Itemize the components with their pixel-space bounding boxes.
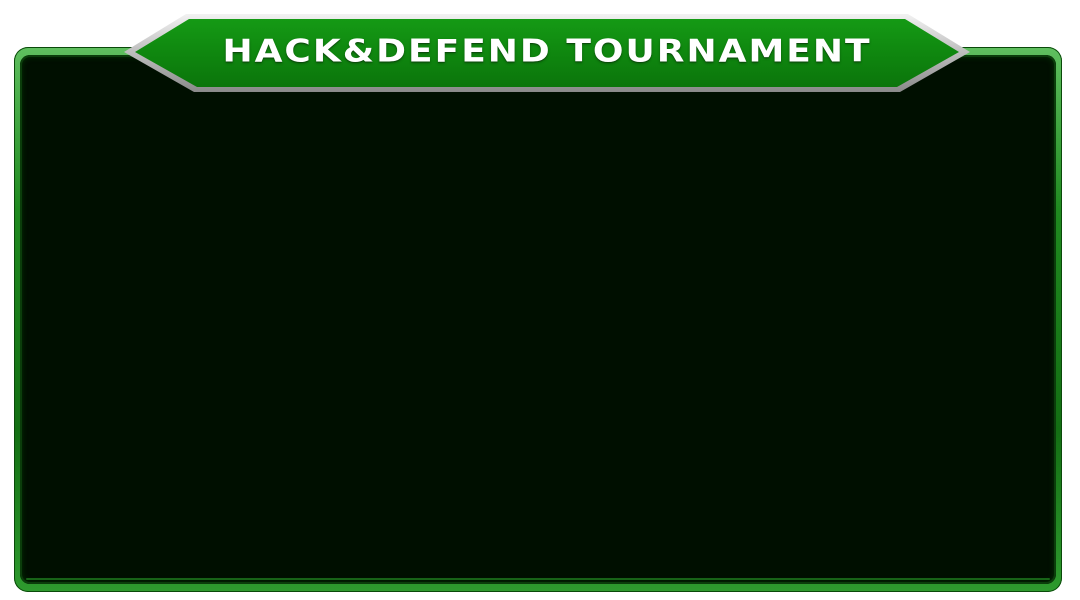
tournament-title: HACK&DEFEND TOURNAMENT	[222, 33, 872, 70]
tournament-screen: HACK&DEFEND TOURNAMENT	[0, 0, 1080, 600]
main-panel-frame	[14, 47, 1062, 592]
title-banner: HACK&DEFEND TOURNAMENT	[124, 12, 970, 94]
main-panel-content-area	[20, 55, 1056, 584]
